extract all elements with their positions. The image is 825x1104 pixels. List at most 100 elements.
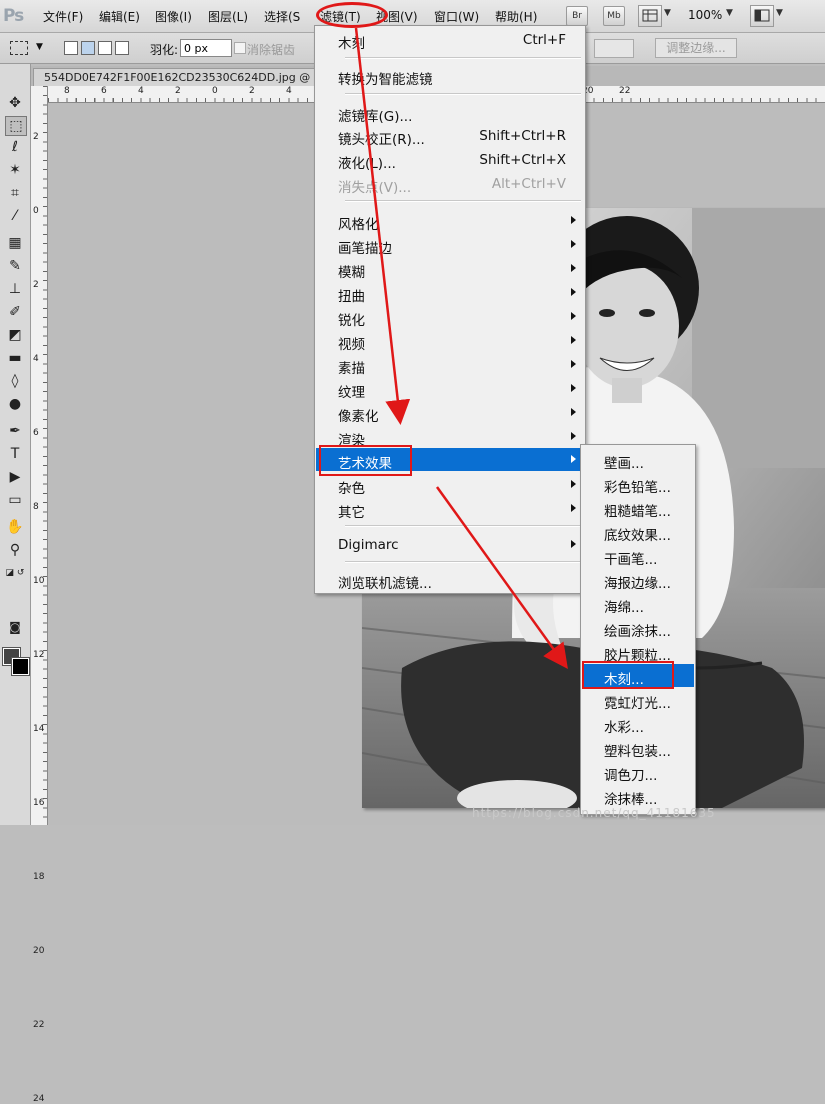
menu-separator [345, 57, 581, 59]
ruler-number: 8 [64, 86, 70, 96]
brush-tool-icon[interactable]: ✎ [5, 257, 25, 275]
menu-item-sketch[interactable]: 素描 [316, 353, 584, 377]
submenu-arrow-icon [571, 360, 576, 368]
zoom-tool-icon[interactable]: ⚲ [5, 541, 25, 559]
menu-item-lens-correction[interactable]: 镜头校正(R)... Shift+Ctrl+R [316, 124, 584, 148]
lasso-tool-icon[interactable]: ℓ [5, 138, 25, 156]
menu-item-last-filter[interactable]: 木刻 Ctrl+F [316, 28, 584, 52]
menu-item-pixelate[interactable]: 像素化 [316, 401, 584, 425]
type-tool-icon[interactable]: T [5, 445, 25, 463]
submenu-item-fresco[interactable]: 壁画... [582, 448, 694, 472]
menu-help[interactable]: 帮助(H) [495, 8, 537, 25]
menu-layer[interactable]: 图层(L) [208, 8, 248, 25]
menu-item-stylize[interactable]: 风格化 [316, 209, 584, 233]
menu-item-label: 视频 [338, 337, 365, 353]
move-tool-icon[interactable]: ✥ [5, 94, 25, 112]
submenu-item-sponge[interactable]: 海绵... [582, 592, 694, 616]
clone-stamp-tool-icon[interactable]: ⊥ [5, 280, 25, 298]
zoom-level[interactable]: 100% [688, 8, 722, 22]
ruler-number: 2 [33, 280, 39, 290]
ruler-number: 22 [619, 86, 631, 96]
submenu-item-rough-pastels[interactable]: 粗糙蜡笔... [582, 496, 694, 520]
menu-edit[interactable]: 编辑(E) [99, 8, 140, 25]
menu-item-label: 调色刀... [604, 768, 658, 784]
crop-tool-icon[interactable]: ⌗ [5, 184, 25, 202]
ruler-number: 4 [138, 86, 144, 96]
menu-item-filter-gallery[interactable]: 滤镜库(G)... [316, 101, 584, 125]
submenu-arrow-icon [571, 504, 576, 512]
grid-icon [642, 9, 658, 22]
eyedropper-tool-icon[interactable]: ⁄ [5, 207, 25, 225]
menu-window[interactable]: 窗口(W) [434, 8, 479, 25]
quick-mask-icon[interactable]: ◙ [5, 618, 25, 636]
submenu-item-underpainting[interactable]: 底纹效果... [582, 520, 694, 544]
rect-marquee-preset-icon[interactable] [10, 41, 28, 55]
chevron-down-icon[interactable]: ▼ [726, 8, 733, 18]
menu-item-noise[interactable]: 杂色 [316, 473, 584, 497]
new-selection-icon[interactable] [64, 41, 78, 55]
background-color-swatch[interactable] [11, 657, 30, 676]
submenu-item-watercolor[interactable]: 水彩... [582, 712, 694, 736]
dodge-tool-icon[interactable]: ● [5, 395, 25, 413]
menu-item-label: 其它 [338, 505, 365, 521]
path-select-tool-icon[interactable]: ▶ [5, 468, 25, 486]
arrange-documents-icon[interactable] [750, 5, 774, 27]
menu-item-other[interactable]: 其它 [316, 497, 584, 521]
gradient-tool-icon[interactable]: ▬ [5, 349, 25, 367]
mini-bridge-button[interactable]: Mb [603, 6, 625, 26]
submenu-item-paint-daubs[interactable]: 绘画涂抹... [582, 616, 694, 640]
menu-separator [345, 93, 581, 95]
submenu-arrow-icon [571, 288, 576, 296]
height-field[interactable] [594, 39, 634, 58]
document-tab[interactable]: 554DD0E742F1F00E162CD23530C624DD.jpg @ 1… [33, 68, 339, 87]
menu-item-texture[interactable]: 纹理 [316, 377, 584, 401]
submenu-item-poster-edges[interactable]: 海报边缘... [582, 568, 694, 592]
menu-select[interactable]: 选择(S [264, 8, 300, 25]
menu-item-label: 干画笔... [604, 552, 658, 568]
bridge-button[interactable]: Br [566, 6, 588, 26]
menu-item-label: 扭曲 [338, 289, 365, 305]
chevron-down-icon[interactable]: ▼ [36, 42, 43, 52]
marquee-tool-icon[interactable]: ⬚ [5, 116, 27, 136]
blur-tool-icon[interactable]: ◊ [5, 372, 25, 390]
menu-item-sharpen[interactable]: 锐化 [316, 305, 584, 329]
menu-item-liquify[interactable]: 液化(L)... Shift+Ctrl+X [316, 148, 584, 172]
menu-item-distort[interactable]: 扭曲 [316, 281, 584, 305]
menu-image[interactable]: 图像(I) [155, 8, 192, 25]
menu-item-label: 水彩... [604, 720, 644, 736]
healing-brush-tool-icon[interactable]: ▦ [5, 234, 25, 252]
submenu-item-film-grain[interactable]: 胶片颗粒... [582, 640, 694, 664]
tools-panel: ✥ ⬚ ℓ ✶ ⌗ ⁄ ▦ ✎ ⊥ ✐ ◩ ▬ ◊ ● ✒ T ▶ ▭ ✋ ⚲ … [0, 64, 31, 825]
feather-input[interactable] [180, 39, 232, 57]
submenu-item-colored-pencil[interactable]: 彩色铅笔... [582, 472, 694, 496]
menu-item-digimarc[interactable]: Digimarc [316, 533, 584, 556]
refine-edge-button[interactable]: 调整边缘... [655, 38, 737, 58]
history-brush-tool-icon[interactable]: ✐ [5, 303, 25, 321]
shape-tool-icon[interactable]: ▭ [5, 491, 25, 509]
pen-tool-icon[interactable]: ✒ [5, 422, 25, 440]
view-extras-icon[interactable] [638, 5, 662, 27]
menu-item-label: 涂抹棒... [604, 792, 658, 808]
menu-item-convert-smart-filter[interactable]: 转换为智能滤镜 [316, 64, 584, 88]
intersect-selection-icon[interactable] [115, 41, 129, 55]
menu-item-video[interactable]: 视频 [316, 329, 584, 353]
submenu-item-dry-brush[interactable]: 干画笔... [582, 544, 694, 568]
menu-file[interactable]: 文件(F) [43, 8, 83, 25]
submenu-item-smudge-stick[interactable]: 涂抹棒... [582, 784, 694, 808]
menu-item-blur[interactable]: 模糊 [316, 257, 584, 281]
antialias-checkbox[interactable] [234, 42, 246, 54]
menu-item-brush-strokes[interactable]: 画笔描边 [316, 233, 584, 257]
chevron-down-icon[interactable]: ▼ [664, 8, 671, 18]
chevron-down-icon[interactable]: ▼ [776, 8, 783, 18]
submenu-item-palette-knife[interactable]: 调色刀... [582, 760, 694, 784]
add-to-selection-icon[interactable] [81, 41, 95, 55]
submenu-arrow-icon [571, 312, 576, 320]
submenu-item-neon-glow[interactable]: 霓虹灯光... [582, 688, 694, 712]
submenu-item-plastic-wrap[interactable]: 塑料包装... [582, 736, 694, 760]
menu-item-browse-filters-online[interactable]: 浏览联机滤镜... [316, 568, 584, 592]
eraser-tool-icon[interactable]: ◩ [5, 326, 25, 344]
hand-tool-icon[interactable]: ✋ [5, 518, 25, 536]
subtract-selection-icon[interactable] [98, 41, 112, 55]
default-colors-icon[interactable]: ◪ ↺ [5, 564, 25, 582]
quick-select-tool-icon[interactable]: ✶ [5, 161, 25, 179]
